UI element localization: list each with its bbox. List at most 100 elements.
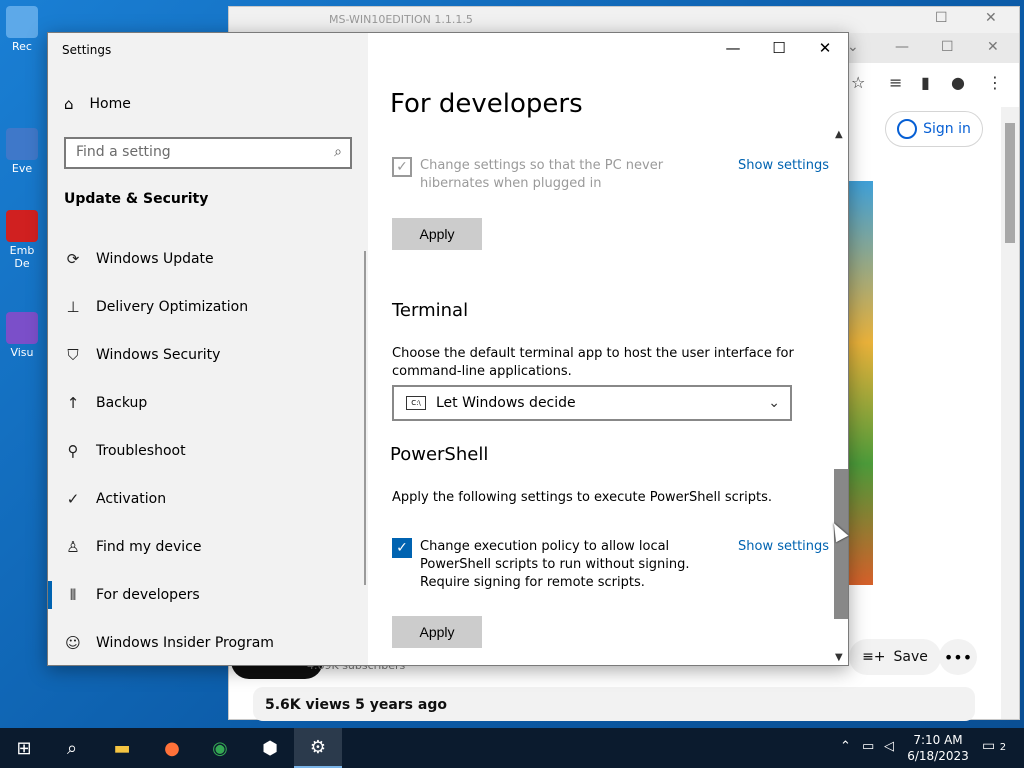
network-icon[interactable]: ▭: [862, 739, 874, 754]
taskbar-firefox[interactable]: ●: [148, 728, 196, 768]
terminal-select[interactable]: C:\ Let Windows decide ⌄: [392, 385, 792, 421]
app-title: Settings: [62, 43, 112, 57]
settings-content: — ☐ ✕ For developers ✓ Change settings s…: [368, 33, 848, 665]
browser-scroll-thumb[interactable]: [1005, 123, 1015, 243]
browser-close-icon[interactable]: ✕: [985, 10, 997, 26]
sign-in-button[interactable]: Sign in: [885, 111, 983, 147]
sidebar-item-for-developers[interactable]: ⫴ For developers: [64, 581, 354, 609]
powershell-heading: PowerShell: [390, 444, 489, 465]
developer-icon: ⫴: [69, 586, 77, 604]
desktop: Rec Eve Emb De Visu MS-WIN10EDITION 1.1.…: [0, 0, 1024, 728]
browser-restore-icon[interactable]: ☐: [935, 10, 948, 26]
home-nav[interactable]: ⌂ Home: [64, 95, 131, 113]
active-indicator: [48, 581, 52, 609]
menu-icon[interactable]: ⋮: [987, 73, 1003, 92]
check-circle-icon: ✓: [66, 490, 80, 508]
settings-sidebar: Settings ⌂ Home Find a setting ⌕ Update …: [48, 33, 368, 665]
browser-title: MS-WIN10EDITION 1.1.1.5: [329, 13, 473, 26]
save-button[interactable]: ≡+ Save: [849, 639, 941, 675]
hibernate-checkbox[interactable]: ✓: [392, 157, 412, 177]
close-icon[interactable]: ✕: [987, 39, 999, 55]
powershell-description: Apply the following settings to execute …: [392, 490, 772, 505]
clock-time: 7:10 AM: [913, 733, 963, 747]
sidebar-item-activation[interactable]: ✓ Activation: [64, 485, 354, 513]
apply-button-powershell[interactable]: Apply: [392, 616, 482, 648]
search-icon: ⌕: [334, 144, 342, 160]
gear-icon: ⚙: [309, 736, 327, 758]
powershell-show-settings-link[interactable]: Show settings: [738, 539, 829, 554]
profile-icon[interactable]: ●: [951, 73, 965, 92]
package-icon: ⬢: [262, 737, 278, 759]
taskbar-clock[interactable]: 7:10 AM 6/18/2023: [900, 732, 976, 764]
shortcut-icon: [6, 210, 38, 242]
taskbar-package[interactable]: ⬢: [246, 728, 294, 768]
more-icon: •••: [943, 647, 973, 667]
hibernate-show-settings-link[interactable]: Show settings: [738, 158, 829, 173]
terminal-description: Choose the default terminal app to host …: [392, 346, 794, 379]
desktop-icon-visual[interactable]: Visu: [2, 312, 42, 359]
playlist-add-icon: ≡+: [862, 649, 886, 665]
sidebar-item-backup[interactable]: ↑ Backup: [64, 389, 354, 417]
terminal-heading: Terminal: [392, 300, 469, 321]
tray-chevron-up-icon[interactable]: ⌃: [840, 739, 851, 754]
search-icon: ⌕: [66, 737, 78, 759]
volume-muted-icon[interactable]: ◁: [884, 739, 894, 754]
scroll-up-icon[interactable]: ▲: [835, 129, 843, 140]
taskbar-file-explorer[interactable]: ▬: [98, 728, 146, 768]
terminal-app-icon: C:\: [406, 396, 426, 410]
sidebar-item-windows-security[interactable]: ⛉ Windows Security: [64, 341, 354, 369]
page-title: For developers: [390, 89, 583, 119]
sidebar-item-windows-update[interactable]: ⟳ Windows Update: [64, 245, 354, 273]
shortcut-icon: [6, 312, 38, 344]
refresh-icon: ⟳: [66, 250, 80, 268]
sidebar-scrollbar[interactable]: [364, 251, 366, 585]
sidebar-item-windows-insider[interactable]: ☺ Windows Insider Program: [64, 629, 354, 657]
video-description[interactable]: 5.6K views 5 years ago: [253, 687, 975, 721]
desktop-icon-recycle-bin[interactable]: Rec: [2, 6, 42, 53]
sidebar-item-delivery-optimization[interactable]: ⊥ Delivery Optimization: [64, 293, 354, 321]
hibernate-option-text: Change settings so that the PC never hib…: [420, 158, 664, 191]
sidebar-item-troubleshoot[interactable]: ⚲ Troubleshoot: [64, 437, 354, 465]
taskbar-chrome[interactable]: ◉: [196, 728, 244, 768]
shield-icon: ⛉: [67, 346, 79, 364]
maximize-icon[interactable]: ☐: [941, 39, 954, 55]
account-icon: [897, 119, 918, 139]
clock-date: 6/18/2023: [907, 749, 969, 763]
notification-center-button[interactable]: ▭ 2: [982, 738, 1006, 754]
home-icon: ⌂: [64, 95, 74, 113]
backup-icon: ↑: [66, 394, 80, 412]
shortcut-icon: [6, 128, 38, 160]
reading-list-icon[interactable]: ≡: [889, 73, 902, 92]
star-icon[interactable]: ☆: [851, 73, 865, 92]
more-button[interactable]: •••: [939, 639, 977, 675]
close-button[interactable]: ✕: [802, 39, 848, 61]
browser-titlebar: MS-WIN10EDITION 1.1.1.5 ☐ ✕: [229, 7, 1019, 33]
minimize-icon[interactable]: —: [895, 39, 909, 55]
sidebar-icon[interactable]: ▮: [921, 73, 930, 92]
maximize-button[interactable]: ☐: [756, 39, 802, 61]
firefox-icon: ●: [164, 737, 180, 759]
minimize-button[interactable]: —: [710, 39, 756, 61]
notification-icon: ▭: [982, 738, 996, 754]
video-thumbnail[interactable]: [847, 181, 873, 585]
execution-policy-checkbox[interactable]: ✓: [392, 538, 412, 558]
content-scroll-thumb[interactable]: [834, 469, 848, 619]
search-button[interactable]: ⌕: [48, 728, 96, 768]
section-heading: Update & Security: [64, 191, 209, 207]
windows-logo-icon: ⊞: [16, 737, 32, 759]
person-locate-icon: ♙: [66, 538, 80, 556]
chevron-down-icon: ⌄: [768, 395, 780, 411]
recycle-bin-icon: [6, 6, 38, 38]
apply-button-hibernate[interactable]: Apply: [392, 218, 482, 250]
scroll-down-icon[interactable]: ▼: [835, 652, 843, 663]
taskbar-settings[interactable]: ⚙: [294, 728, 342, 768]
search-input[interactable]: Find a setting ⌕: [64, 137, 352, 169]
content-scrollbar[interactable]: ▲ ▼: [832, 129, 848, 663]
settings-window: Settings ⌂ Home Find a setting ⌕ Update …: [47, 32, 849, 666]
desktop-icon-eve[interactable]: Eve: [2, 128, 42, 175]
delivery-icon: ⊥: [66, 298, 80, 316]
browser-scrollbar[interactable]: [1001, 107, 1019, 719]
sidebar-item-find-my-device[interactable]: ♙ Find my device: [64, 533, 354, 561]
start-button[interactable]: ⊞: [0, 728, 48, 768]
desktop-icon-emb[interactable]: Emb De: [2, 210, 42, 270]
